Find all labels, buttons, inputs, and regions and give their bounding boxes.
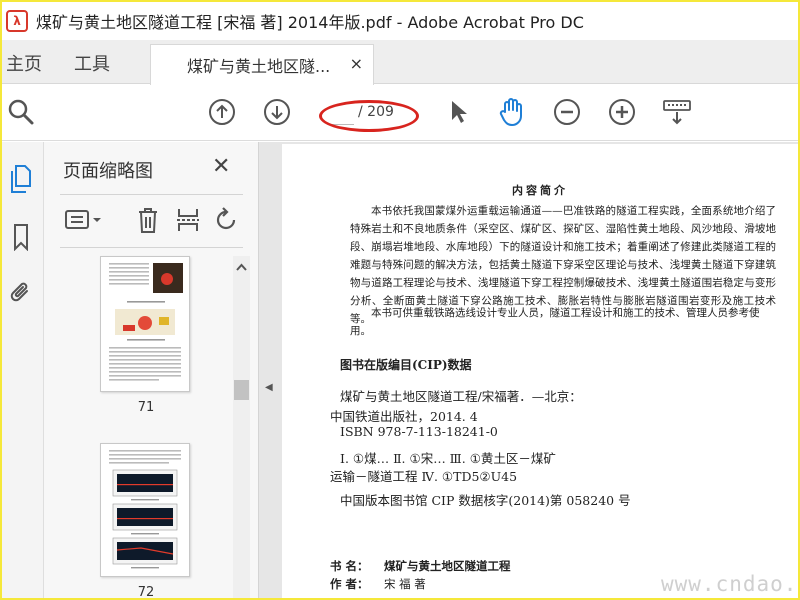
tab-document[interactable]: 煤矿与黄土地区隧... × — [150, 44, 374, 85]
delete-page-icon[interactable] — [133, 205, 163, 235]
zoom-out-icon[interactable] — [552, 97, 582, 127]
thumbnail-label: 71 — [137, 400, 155, 415]
thumbnails-panel: 页面缩略图 ✕ 71 72 — [44, 142, 258, 598]
scrollbar-thumb[interactable] — [234, 380, 249, 400]
watermark-text: www.cndao.com — [661, 572, 798, 596]
select-arrow-icon[interactable] — [443, 97, 473, 127]
scroll-up-icon[interactable] — [233, 260, 250, 274]
book-name-value: 煤矿与黄土地区隧道工程 — [384, 559, 511, 573]
zoom-in-icon[interactable] — [607, 97, 637, 127]
cip-line: ISBN 978-7-113-18241-0 — [340, 424, 498, 439]
page-thumbnail[interactable] — [100, 256, 190, 392]
page-heading: 内容简介 — [512, 184, 568, 197]
tab-home[interactable]: 主页 — [6, 50, 42, 76]
document-viewer[interactable]: 内容简介 本书依托我国蒙煤外运重载运输通道——巴准铁路的隧道工程实践，全面系统地… — [280, 142, 798, 598]
panel-toolbar — [60, 194, 243, 248]
attachment-icon[interactable] — [7, 278, 35, 308]
acrobat-app-icon: λ — [6, 10, 28, 32]
hand-tool-icon[interactable] — [497, 97, 527, 127]
panel-collapse-bar[interactable]: ◀ — [258, 142, 280, 598]
audience-paragraph: 本书可供重载铁路选线设计专业人员，隧道工程设计和施工的技术、管理人员参考使用。 — [350, 307, 760, 337]
cip-line: 煤矿与黄土地区隧道工程/宋福著．—北京： — [340, 389, 582, 404]
extract-pages-icon[interactable] — [173, 205, 203, 235]
tab-close-icon[interactable]: × — [350, 54, 363, 73]
book-name-key: 书 名： — [330, 559, 369, 573]
author-key: 作 者： — [330, 577, 369, 591]
cip-heading: 图书在版编目(CIP)数据 — [340, 358, 472, 372]
annotation-ellipse — [319, 100, 419, 132]
rotate-page-icon[interactable] — [212, 205, 242, 235]
page-down-icon[interactable] — [262, 97, 292, 127]
cip-line: 中国铁道出版社，2014. 4 — [330, 409, 478, 424]
left-rail — [2, 142, 44, 598]
window-title: 煤矿与黄土地区隧道工程 [宋福 著] 2014年版.pdf - Adobe Ac… — [36, 13, 584, 32]
page-thumbnails-icon[interactable] — [7, 164, 35, 194]
panel-close-icon[interactable]: ✕ — [212, 154, 230, 179]
pdf-page: 内容简介 本书依托我国蒙煤外运重载运输通道——巴准铁路的隧道工程实践，全面系统地… — [282, 144, 798, 598]
author-row: 作 者： 宋 福 著 — [330, 576, 426, 592]
thumbnail-label: 72 — [137, 585, 155, 598]
thumbnail-options-icon[interactable] — [64, 205, 108, 235]
page-up-icon[interactable] — [207, 97, 237, 127]
tab-document-label: 煤矿与黄土地区隧... — [187, 57, 331, 76]
keyboard-scroll-icon[interactable] — [662, 97, 692, 127]
search-icon[interactable] — [6, 97, 36, 127]
app-window: λ 煤矿与黄土地区隧道工程 [宋福 著] 2014年版.pdf - Adobe … — [2, 2, 798, 598]
author-value: 宋 福 著 — [384, 577, 426, 591]
panel-title: 页面缩略图 — [63, 161, 153, 182]
tab-bar: 主页 工具 煤矿与黄土地区隧... × — [2, 40, 798, 85]
thumbnail-scrollbar[interactable] — [233, 256, 250, 598]
cip-line: Ⅰ. ①煤… Ⅱ. ①宋… Ⅲ. ①黄土区－煤矿 — [340, 451, 556, 466]
bookmark-icon[interactable] — [7, 222, 35, 252]
book-name-row: 书 名： 煤矿与黄土地区隧道工程 — [330, 558, 511, 574]
cip-line: 中国版本图书馆 CIP 数据核字(2014)第 058240 号 — [340, 493, 631, 508]
title-bar: λ 煤矿与黄土地区隧道工程 [宋福 著] 2014年版.pdf - Adobe … — [2, 2, 798, 40]
tab-tools[interactable]: 工具 — [74, 50, 110, 76]
cip-line: 运输－隧道工程 Ⅳ. ①TD5②U45 — [330, 469, 518, 484]
collapse-left-icon[interactable]: ◀ — [265, 382, 273, 393]
page-thumbnail[interactable] — [100, 443, 190, 577]
